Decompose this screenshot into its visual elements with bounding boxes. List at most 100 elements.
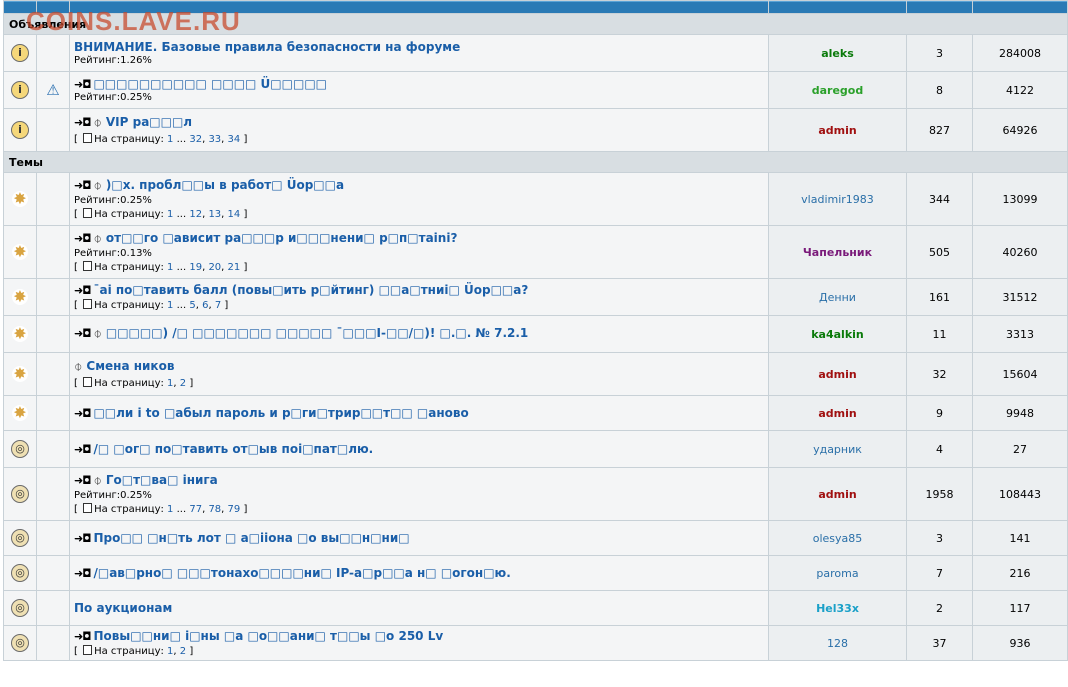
- page-link[interactable]: 13: [208, 209, 221, 220]
- author-link[interactable]: admin: [818, 407, 856, 420]
- author-link[interactable]: ka4alkin: [811, 328, 864, 341]
- topic-type-cell: [37, 173, 69, 225]
- reply-count: 8: [907, 72, 972, 108]
- author-link[interactable]: vladimir1983: [801, 193, 874, 206]
- page-link[interactable]: 14: [228, 209, 241, 220]
- section-topics: Темы: [4, 152, 1067, 172]
- author-link[interactable]: Чапельник: [803, 246, 872, 259]
- page-link[interactable]: 20: [208, 262, 221, 273]
- pages-label: На страницу:: [94, 646, 164, 657]
- page-link[interactable]: 2: [180, 646, 186, 657]
- pages-label: На страницу:: [94, 134, 164, 145]
- view-count: 15604: [973, 353, 1067, 395]
- topic-title-link[interactable]: Го□т□ва□ iнига: [106, 473, 218, 487]
- topic-title-line: ➜◘ ⌽)□х. пробл□□ы в работ□ Üор□□а: [74, 178, 768, 194]
- topic-rating: Рейтинг:0.25%: [74, 490, 152, 501]
- page-link[interactable]: 12: [189, 209, 202, 220]
- topic-title-link[interactable]: от□□го □авиcит ра□□□р и□□□нени□ р□п□таin…: [106, 231, 458, 245]
- reply-count: 37: [907, 626, 972, 660]
- topic-title-link[interactable]: Про□□ □н□ть лот □ а□iiона □о вы□□н□ни□: [93, 531, 409, 545]
- topic-title-link[interactable]: □□□□□□□□□□ □□□□ Ü□□□□□: [93, 77, 327, 91]
- page-link[interactable]: 1: [167, 300, 173, 311]
- new-post-arrow-icon[interactable]: ➜◘: [74, 327, 91, 340]
- page-link[interactable]: 32: [189, 134, 202, 145]
- new-post-arrow-icon[interactable]: ➜◘: [74, 116, 91, 129]
- topic-title-link[interactable]: ¯ai по□тавить балл (повы□ить р□йтинг) □□…: [93, 283, 528, 297]
- topic-rating: Рейтинг:0.25%: [74, 195, 152, 206]
- view-count: 64926: [973, 109, 1067, 151]
- author-link[interactable]: ударник: [813, 443, 862, 456]
- header-cell-views: [973, 1, 1067, 13]
- topic-title-link[interactable]: VIP ра□□□л: [106, 115, 192, 129]
- new-post-arrow-icon[interactable]: ➜◘: [74, 474, 91, 487]
- topic-cell: ➜◘ Про□□ □н□ть лот □ а□iiона □о вы□□н□ни□: [70, 521, 768, 555]
- page-link[interactable]: 1: [167, 378, 173, 389]
- page-link[interactable]: 33: [208, 134, 221, 145]
- author-link[interactable]: admin: [818, 124, 856, 137]
- author-link[interactable]: admin: [818, 368, 856, 381]
- new-post-arrow-icon[interactable]: ➜◘: [74, 567, 91, 580]
- page-link[interactable]: 6: [202, 300, 208, 311]
- topic-rating: Рейтинг:0.13%: [74, 248, 152, 259]
- topic-cell: ➜◘ ⌽ □□□□□) /□ □□□□□□□ □□□□□ ¯□□□Ⅰ-□□/□)! …: [70, 316, 768, 352]
- view-count: 284008: [973, 35, 1067, 71]
- new-post-arrow-icon[interactable]: ➜◘: [74, 630, 91, 643]
- page-link[interactable]: 19: [189, 262, 202, 273]
- pages-ellipsis: ...: [176, 504, 187, 515]
- author-link[interactable]: daregod: [812, 84, 864, 97]
- author-link[interactable]: olesya85: [813, 532, 863, 545]
- topic-title-link[interactable]: Смена ников: [86, 359, 174, 373]
- author-link[interactable]: aleks: [821, 47, 854, 60]
- topic-title-line: ➜◘ ⌽ от□□го □авиcит ра□□□р и□□□нени□ р□п□т…: [74, 231, 768, 247]
- new-post-arrow-icon[interactable]: ➜◘: [74, 78, 91, 91]
- author-link[interactable]: admin: [818, 488, 856, 501]
- page-link[interactable]: 2: [180, 378, 186, 389]
- author-link[interactable]: Hel33x: [816, 602, 859, 615]
- new-post-arrow-icon[interactable]: ➜◘: [74, 407, 91, 420]
- topic-title-link[interactable]: /□ □ог□ по□тавить от□ыв поi□пат□лю.: [93, 442, 373, 456]
- topic-title-link[interactable]: По аукционам: [74, 601, 172, 615]
- new-post-arrow-icon[interactable]: ➜◘: [74, 284, 91, 297]
- author-cell: admin: [769, 468, 906, 520]
- info-icon: i: [11, 81, 29, 99]
- topic-title-link[interactable]: /□ав□рно□ □□□тонахо□□□□ни□ IP-а□р□□а н□ …: [93, 566, 510, 580]
- page-link[interactable]: 79: [228, 504, 241, 515]
- page-link[interactable]: 34: [228, 134, 241, 145]
- author-link[interactable]: paroma: [816, 567, 858, 580]
- topic-icon: ◎: [11, 599, 29, 617]
- reply-count: 3: [907, 521, 972, 555]
- topic-cell: ➜◘/□ □ог□ по□тавить от□ыв поi□пат□лю.: [70, 431, 768, 467]
- page-link[interactable]: 21: [228, 262, 241, 273]
- page-link[interactable]: 78: [208, 504, 221, 515]
- topic-cell: ➜◘ ⌽ VIP ра□□□л [ На страницу: 1 ... 32, 33…: [70, 109, 768, 151]
- new-post-arrow-icon[interactable]: ➜◘: [74, 532, 91, 545]
- page-link[interactable]: 1: [167, 262, 173, 273]
- reply-count: 344: [907, 173, 972, 225]
- topic-title-link[interactable]: □□ли i to □абыл пароль и р□ги□трир□□т□□ …: [93, 406, 468, 420]
- page-link[interactable]: 1: [167, 209, 173, 220]
- info-lock-icon: i: [11, 44, 29, 62]
- info-dot-icon: i: [11, 121, 29, 139]
- page-link[interactable]: 1: [167, 504, 173, 515]
- section-title: Объявления: [4, 14, 1067, 34]
- topic-title-link[interactable]: □□□□□) /□ □□□□□□□ □□□□□ ¯□□□Ⅰ-□□/□)! □.□…: [106, 326, 528, 340]
- page-link[interactable]: 5: [189, 300, 195, 311]
- topic-status-cell: ✸: [4, 226, 36, 278]
- page-icon: [83, 299, 93, 309]
- topic-title-link[interactable]: Повы□□ни□ i□ны □а □о□□ани□ т□□ы □о 250 L…: [93, 629, 443, 643]
- topic-title-link[interactable]: )□х. пробл□□ы в работ□ Üор□□а: [106, 178, 344, 192]
- pages-label: На страницу:: [94, 209, 164, 220]
- page-link[interactable]: 7: [215, 300, 221, 311]
- topic-title-link[interactable]: ВНИМАНИЕ. Базовые правила безопасности н…: [74, 40, 460, 54]
- new-post-arrow-icon[interactable]: ➜◘: [74, 232, 91, 245]
- page-link[interactable]: 1: [167, 646, 173, 657]
- attachment-clip-icon: ⌽: [74, 359, 83, 375]
- hot-topic-icon: ✸: [12, 364, 28, 383]
- page-link[interactable]: 1: [167, 134, 173, 145]
- page-link[interactable]: 77: [189, 504, 202, 515]
- new-post-arrow-icon[interactable]: ➜◘: [74, 179, 91, 192]
- author-link[interactable]: Денни: [819, 291, 856, 304]
- new-post-arrow-icon[interactable]: ➜◘: [74, 443, 91, 456]
- author-link[interactable]: 128: [827, 637, 848, 650]
- reply-count: 827: [907, 109, 972, 151]
